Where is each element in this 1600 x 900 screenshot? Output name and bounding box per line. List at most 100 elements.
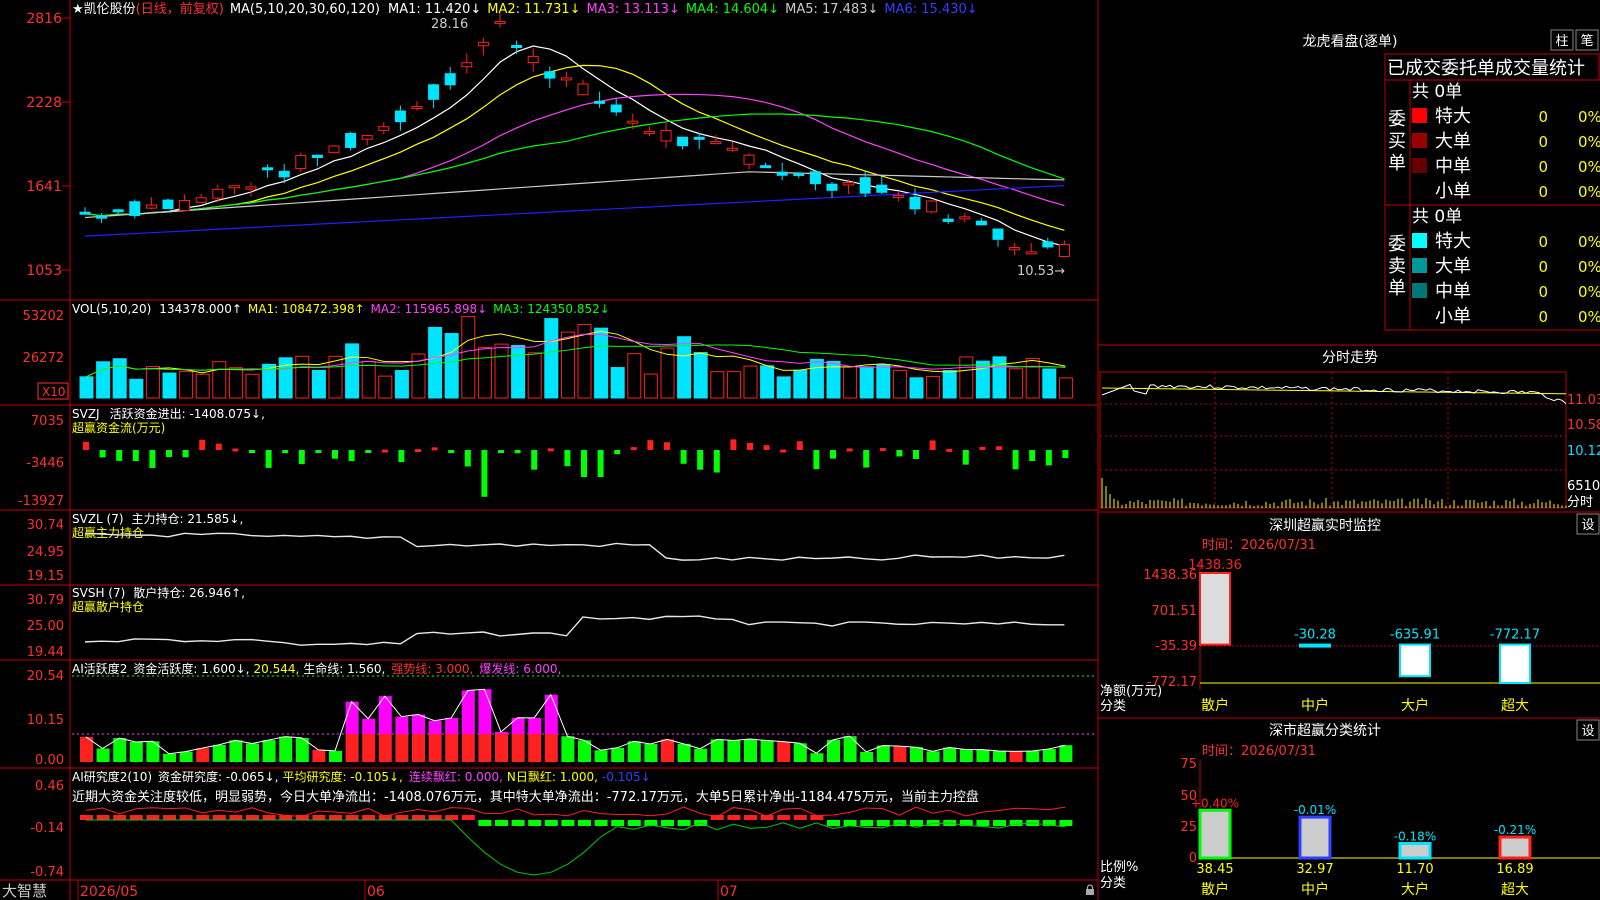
ai-activity-panel[interactable]: AI活跃度2 资金活跃度: 1.600↓, 20.544, 生命线: 1.560, 强势… [27, 661, 1096, 768]
ai3-bar [163, 815, 176, 820]
price-ma-line [84, 184, 1065, 237]
sz-monitor-time: 时间：2026/07/31 [1202, 538, 1316, 553]
lhb-row-count: 0 [1538, 133, 1548, 151]
szstat-change-label: +0.40% [1191, 796, 1239, 810]
volume-panel[interactable]: VOL(5,10,20) 134378.000↑ MA1: 108472.398↑ M… [23, 302, 1073, 400]
volume-bar [594, 327, 609, 399]
ai3-bar [1059, 820, 1073, 826]
ai3-bar [860, 820, 874, 826]
sz-stat-settings-button[interactable]: 设 [1576, 719, 1600, 741]
ai2-bar [279, 736, 293, 762]
ai2-bar [428, 734, 442, 762]
svzj-bar [265, 450, 272, 468]
szstat-bar [1198, 808, 1232, 860]
volume-bar [1009, 368, 1024, 399]
ai2-bar [229, 740, 243, 762]
lhb-tick-button[interactable]: 笔 [1575, 29, 1599, 51]
lhb-tick-button-label: 笔 [1580, 33, 1593, 49]
ai3-bar [329, 815, 342, 820]
svzj-bar [149, 450, 156, 468]
ai2-bar [777, 741, 791, 762]
price-ma-line [84, 45, 1065, 247]
szmon-x-label: 分类 [1100, 699, 1126, 714]
volume-bar [461, 316, 476, 399]
lhb-bar-button[interactable]: 柱 [1550, 29, 1574, 51]
volume-bar [876, 364, 891, 399]
svzj-bar [614, 450, 621, 455]
volume-bar [643, 373, 658, 399]
szmon-bar-label: -30.28 [1294, 628, 1336, 643]
volume-bar [776, 376, 791, 399]
lhb-side-char: 委 [1388, 109, 1406, 130]
sz-stat-panel[interactable]: 深市超赢分类统计 设 时间：2026/07/31 75 50 25 0 +0.4… [1098, 717, 1600, 898]
sz-monitor-settings-label: 设 [1581, 518, 1594, 533]
intraday-panel[interactable]: 分时走势 11.03 10.58 10.12 6510 分时 [1098, 344, 1600, 510]
sz-monitor-panel[interactable]: 深圳超赢实时监控 设 时间：2026/07/31 1438.36 701.51 … [1098, 511, 1600, 714]
ai2-bar [395, 716, 409, 734]
ai2-header: AI活跃度2 资金活跃度: 1.600↓, 20.544, 生命线: 1.560, 强势… [72, 661, 561, 676]
ai3-bar [445, 815, 459, 820]
svzj-bar [962, 450, 969, 465]
candle-body [975, 220, 987, 226]
volume-bar [1025, 357, 1040, 399]
ai2-bar [246, 743, 259, 762]
svzj-bar [697, 450, 704, 470]
ai2-bar [627, 741, 641, 762]
lhb-panel[interactable]: 龙虎看盘(逐单) 柱 笔 已成交委托单成交量统计 委买单 委卖单 共 0单 共 … [1303, 29, 1600, 331]
svzj-header: SVZJ 活跃资金进出: -1408.075↓, [72, 406, 265, 421]
ai2-bar [661, 739, 674, 762]
volume-bar [859, 366, 874, 399]
candle-body [328, 145, 340, 154]
candle-body [959, 216, 971, 220]
lhb-row-label: 大单 [1435, 256, 1471, 277]
vol-tick-2: 26272 [23, 351, 64, 366]
svzj-bar [1062, 450, 1069, 459]
ai2-bar [312, 749, 326, 762]
svzj-bar [481, 450, 488, 497]
vol-tick-1: 53202 [23, 309, 64, 324]
ai2-tick-2: 10.15 [27, 713, 64, 728]
candle-body [826, 183, 838, 191]
svzj-bar [996, 446, 1002, 450]
ai3-bar [777, 815, 791, 820]
sz-monitor-settings-button[interactable]: 设 [1576, 513, 1600, 535]
intraday-vol-tick: 6510 [1567, 479, 1600, 494]
ai2-bar [461, 734, 475, 762]
svzj-bars [83, 439, 1069, 497]
szstat-value-label: 16.89 [1496, 862, 1533, 877]
ai-research-panel[interactable]: AI研究度2(10) 资金研究度: -0.065↓, 平均研究度: -0.105↓,… [30, 769, 1073, 880]
candle-body [843, 181, 855, 186]
svzj-bar [249, 450, 255, 453]
volume-bar [544, 318, 559, 399]
svzj-panel[interactable]: SVZJ 活跃资金进出: -1408.075↓, 超赢资金流(万元) 7035 -… [18, 406, 1069, 509]
price-panel[interactable]: 2816 2228 1641 1053 ★凯伦股份(日线，前复权) MA(5,10,20… [26, 1, 1070, 279]
volume-bar [909, 377, 924, 399]
lhb-row-label: 中单 [1435, 281, 1471, 302]
volume-bar [959, 356, 974, 399]
svzl-panel[interactable]: SVZL (7) 主力持仓: 21.585↓, 超赢主力持仓 30.74 24.9… [27, 511, 1065, 584]
lhb-row-label: 大单 [1435, 131, 1471, 152]
price-tick-label: 2816 [26, 11, 62, 27]
stock-chart-window[interactable]: 2816 2228 1641 1053 ★凯伦股份(日线，前复权) MA(5,10,20… [0, 0, 1600, 900]
szmon-bar-label: 1438.36 [1188, 558, 1242, 573]
candle-body [743, 154, 755, 165]
svzj-bar [365, 450, 372, 453]
szmon-bar-label: -772.17 [1490, 628, 1540, 643]
candle-body [394, 110, 406, 123]
svsh-panel[interactable]: SVSH (7) 散户持仓: 26.946↑, 超赢散户持仓 30.79 25.0… [27, 585, 1065, 660]
svzj-bar [348, 450, 355, 462]
szstat-tick-3: 25 [1180, 820, 1197, 835]
svzj-bar [929, 440, 936, 450]
lock-icon[interactable] [1086, 884, 1094, 895]
lhb-side-char: 卖 [1388, 256, 1406, 277]
price-axis-ticks: 2816 2228 1641 1053 [26, 11, 70, 279]
candle-body [693, 136, 705, 140]
ai3-bar [113, 815, 127, 820]
candle-body [992, 228, 1004, 240]
svzj-bar [780, 449, 787, 453]
candle-body [295, 154, 307, 170]
ai2-bar [163, 753, 176, 762]
lhb-row-swatch [1412, 108, 1427, 123]
volume-bar [693, 352, 708, 399]
szstat-change-label: -0.18% [1394, 829, 1436, 843]
